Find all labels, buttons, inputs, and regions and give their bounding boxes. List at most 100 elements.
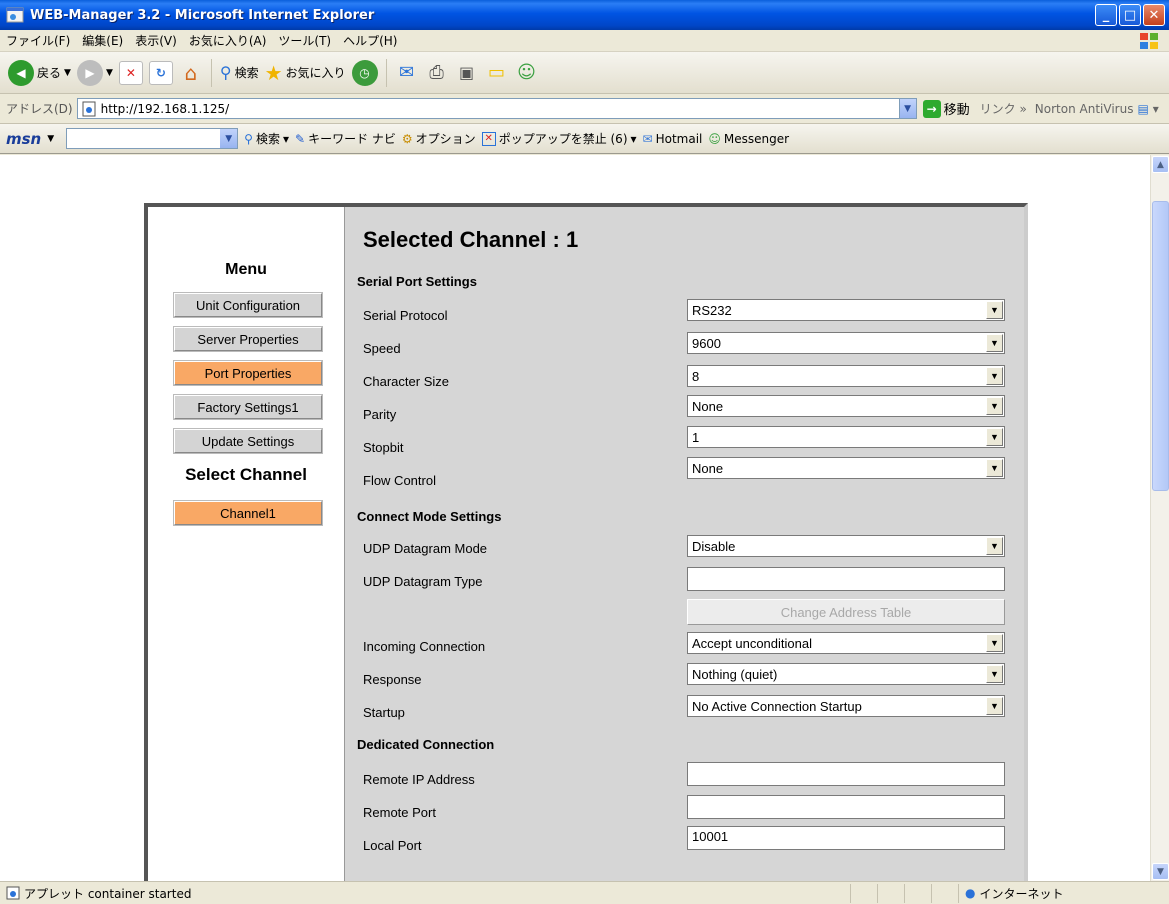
speed-select[interactable]: 9600 ▼ [687, 332, 1005, 354]
star-icon: ★ [264, 60, 283, 85]
nav-channel1[interactable]: Channel1 [173, 500, 323, 526]
chevron-down-icon: ▼ [986, 334, 1003, 352]
history-icon[interactable]: ◷ [351, 59, 378, 86]
msn-search-button[interactable]: ⚲ 検索 ▾ [244, 130, 289, 147]
go-button[interactable]: → 移動 [922, 99, 970, 118]
back-button[interactable]: ◀ 戻る ▼ [8, 59, 71, 86]
back-arrow-icon: ◀ [8, 59, 34, 86]
nav-update-settings[interactable]: Update Settings [173, 428, 323, 454]
nav-port-properties[interactable]: Port Properties [173, 360, 323, 386]
minimize-button[interactable]: _ [1095, 4, 1117, 26]
web-manager-frame: Menu Unit Configuration Server Propertie… [144, 203, 1028, 881]
connect-section-title: Connect Mode Settings [357, 509, 502, 524]
address-input[interactable]: http://192.168.1.125/ ▼ [76, 98, 917, 119]
scroll-up-icon[interactable]: ▲ [1152, 156, 1169, 173]
status-message: アプレット container started [0, 885, 850, 902]
status-cell [877, 883, 904, 903]
messenger-icon[interactable]: ☺ [515, 61, 539, 85]
vertical-scrollbar[interactable]: ▲ ▼ [1150, 155, 1169, 881]
forward-button[interactable]: ▶ ▼ [76, 59, 113, 86]
windows-logo-icon [1140, 33, 1158, 49]
address-dropdown-icon[interactable]: ▼ [898, 99, 916, 118]
menu-file[interactable]: ファイル(F) [6, 32, 70, 49]
messenger-icon: ☺ [708, 131, 721, 146]
links-button[interactable]: リンク » [980, 100, 1027, 117]
toolbar-separator [385, 58, 387, 87]
maximize-button[interactable]: □ [1119, 4, 1141, 26]
menu-tools[interactable]: ツール(T) [278, 32, 331, 49]
stopbit-label: Stopbit [363, 440, 404, 455]
stopbit-select[interactable]: 1 ▼ [687, 426, 1005, 448]
msn-dropdown-icon[interactable]: ▼ [220, 129, 238, 148]
msn-logo[interactable]: msn [6, 130, 41, 148]
menu-view[interactable]: 表示(V) [135, 32, 177, 49]
nav-server-properties[interactable]: Server Properties [173, 326, 323, 352]
refresh-icon[interactable]: ↻ [148, 60, 173, 85]
forward-arrow-icon: ▶ [76, 59, 103, 86]
serial-section-title: Serial Port Settings [357, 274, 477, 289]
scroll-thumb[interactable] [1152, 201, 1169, 491]
response-select[interactable]: Nothing (quiet) ▼ [687, 663, 1005, 685]
menu-favorites[interactable]: お気に入り(A) [189, 32, 267, 49]
close-button[interactable]: ✕ [1143, 4, 1165, 26]
menu-edit[interactable]: 編集(E) [82, 32, 123, 49]
char-size-select[interactable]: 8 ▼ [687, 365, 1005, 387]
options-button[interactable]: ⚙ オプション [402, 130, 476, 147]
search-button[interactable]: ⚲ 検索 [220, 63, 259, 82]
edit-icon[interactable]: ▣ [455, 61, 479, 85]
chevron-down-icon: ▼ [986, 367, 1003, 385]
mail-icon[interactable]: ✉ [395, 61, 419, 85]
ie-icon [6, 7, 24, 23]
serial-protocol-label: Serial Protocol [363, 308, 448, 323]
favorites-button[interactable]: ★ お気に入り [265, 61, 346, 85]
popup-block-button[interactable]: ✕ ポップアップを禁止 (6) ▾ [481, 130, 637, 147]
nav-unit-configuration[interactable]: Unit Configuration [173, 292, 323, 318]
dedicated-section-title: Dedicated Connection [357, 737, 495, 752]
remote-port-input[interactable] [687, 795, 1005, 819]
window-title: WEB-Manager 3.2 - Microsoft Internet Exp… [30, 7, 375, 23]
flow-control-label: Flow Control [363, 473, 436, 488]
flow-control-select[interactable]: None ▼ [687, 457, 1005, 479]
nav-factory-settings[interactable]: Factory Settings1 [173, 394, 323, 420]
print-icon[interactable]: ⎙ [425, 61, 449, 85]
pen-icon: ✎ [295, 131, 306, 146]
home-icon[interactable]: ⌂ [179, 61, 203, 85]
incoming-connection-select[interactable]: Accept unconditional ▼ [687, 632, 1005, 654]
norton-antivirus-button[interactable]: Norton AntiVirus ▤ ▾ [1035, 102, 1159, 116]
udp-type-input[interactable] [687, 567, 1005, 591]
window-titlebar: WEB-Manager 3.2 - Microsoft Internet Exp… [0, 0, 1169, 30]
sidebar: Menu Unit Configuration Server Propertie… [148, 207, 344, 881]
security-zone: ● インターネット [958, 883, 1118, 903]
menu-help[interactable]: ヘルプ(H) [343, 32, 397, 49]
scroll-down-icon[interactable]: ▼ [1152, 863, 1169, 880]
local-port-input[interactable]: 10001 [687, 826, 1005, 850]
parity-select[interactable]: None ▼ [687, 395, 1005, 417]
chevron-down-icon: ▼ [986, 697, 1003, 715]
stop-icon[interactable]: ✕ [118, 60, 143, 85]
browser-toolbar: ◀ 戻る ▼ ▶ ▼ ✕ ↻ ⌂ ⚲ 検索 ★ お気に入り ◷ ✉ ⎙ ▣ ▭ ☺ [0, 52, 1169, 94]
chevron-down-icon: ▼ [986, 428, 1003, 446]
incoming-connection-label: Incoming Connection [363, 639, 486, 654]
page-icon [82, 101, 96, 116]
status-bar: アプレット container started ● インターネット [0, 881, 1169, 904]
char-size-label: Character Size [363, 374, 449, 389]
menu-title: Menu [225, 261, 267, 278]
messenger-button[interactable]: ☺ Messenger [708, 132, 789, 146]
remote-ip-input[interactable] [687, 762, 1005, 786]
chevron-down-icon: ▼ [986, 634, 1003, 652]
serial-protocol-select[interactable]: RS232 ▼ [687, 299, 1005, 321]
hotmail-button[interactable]: ✉ Hotmail [643, 132, 703, 146]
search-icon: ⚲ [219, 63, 232, 82]
page-viewport: Menu Unit Configuration Server Propertie… [0, 155, 1150, 881]
startup-select[interactable]: No Active Connection Startup ▼ [687, 695, 1005, 717]
chevron-down-icon: ▼ [986, 301, 1003, 319]
discuss-icon[interactable]: ▭ [485, 61, 509, 85]
address-label: アドレス(D) [6, 102, 73, 116]
msn-search-input[interactable]: ▼ [66, 128, 239, 149]
page-title: Selected Channel : 1 [363, 227, 579, 252]
keyword-navi-button[interactable]: ✎ キーワード ナビ [295, 130, 396, 147]
speed-label: Speed [363, 341, 401, 356]
udp-mode-select[interactable]: Disable ▼ [687, 535, 1005, 557]
toolbar-separator [210, 58, 212, 87]
change-address-table-button[interactable]: Change Address Table [687, 599, 1005, 625]
